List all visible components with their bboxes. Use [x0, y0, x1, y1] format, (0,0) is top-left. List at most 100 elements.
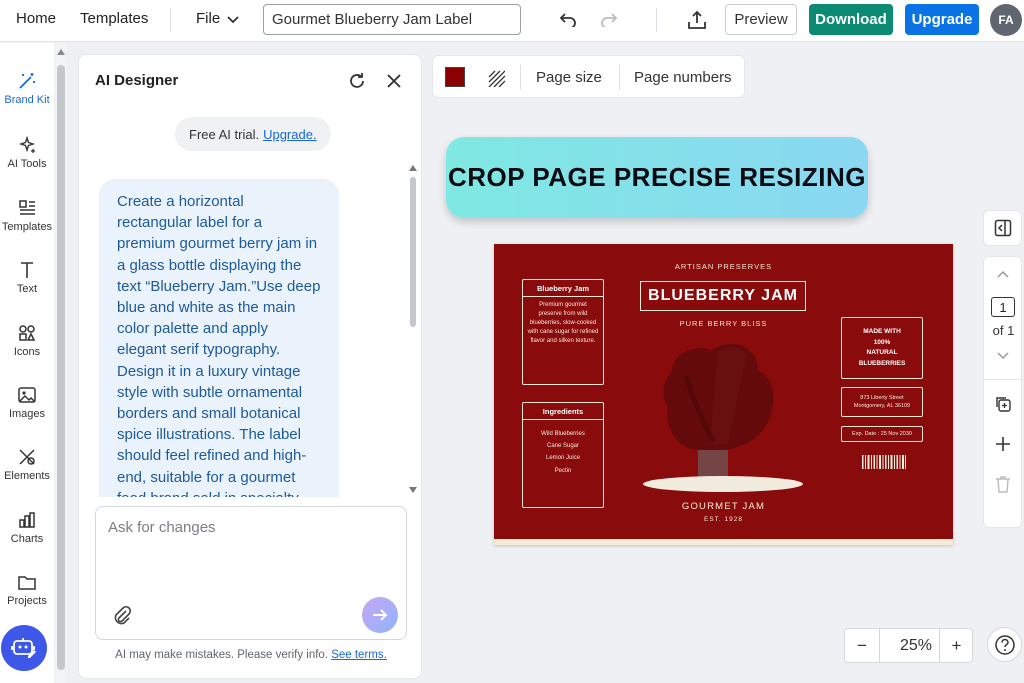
sidebar-item-templates[interactable]: Templates [0, 198, 54, 233]
chevron-down-icon[interactable] [226, 12, 240, 28]
add-page-icon[interactable] [993, 434, 1013, 454]
trial-notice: Free AI trial. Upgrade. [175, 117, 331, 151]
page-numbers-button[interactable]: Page numbers [634, 69, 732, 86]
left-sidebar: Brand Kit AI Tools Templates Text Icons … [0, 43, 54, 683]
current-page-input[interactable]: 1 [991, 297, 1015, 317]
sidebar-item-projects[interactable]: Projects [0, 572, 54, 607]
badge-line: MADE WITH [863, 328, 901, 335]
document-title-input[interactable]: Gourmet Blueberry Jam Label [263, 4, 521, 35]
description-box: Blueberry Jam Premium gourmet preserve f… [522, 279, 604, 385]
barcode-icon [862, 455, 906, 469]
redo-icon[interactable] [597, 10, 621, 30]
help-button[interactable] [987, 627, 1022, 662]
elements-icon [19, 449, 35, 465]
sidebar-item-label: Charts [10, 533, 44, 545]
address-box: 873 Liberty Street Montgomery, AL 36109 [841, 387, 923, 417]
nav-templates[interactable]: Templates [80, 10, 148, 27]
undo-icon[interactable] [556, 10, 580, 30]
ingredient-item: Cane Sugar [546, 443, 580, 450]
user-message: Create a horizontal rectangular label fo… [99, 179, 339, 497]
chat-scrollbar[interactable] [407, 163, 419, 495]
close-icon[interactable] [382, 69, 406, 93]
sidebar-item-label: Brand Kit [4, 94, 50, 106]
file-menu[interactable]: File [196, 10, 220, 27]
sidebar-item-label: Elements [4, 470, 50, 482]
ingredient-item: Pectin [554, 467, 572, 474]
zoom-out-button[interactable]: − [845, 629, 879, 662]
trial-upgrade-link[interactable]: Upgrade. [263, 127, 316, 142]
share-upload-icon[interactable] [685, 8, 709, 32]
address-line: 873 Liberty Street [860, 394, 904, 401]
sidebar-item-brand-kit[interactable]: Brand Kit [0, 71, 54, 106]
sidebar-scrollbar[interactable] [55, 43, 67, 683]
expiry-box: Exp. Date : 25 Nov 2030 [841, 426, 923, 442]
send-button[interactable] [362, 597, 398, 633]
chevron-up-icon[interactable] [994, 267, 1012, 281]
background-color-swatch[interactable] [445, 67, 465, 87]
berry-illustration [643, 344, 803, 492]
label-title: BLUEBERRY JAM [640, 281, 806, 311]
panel-toggle[interactable] [983, 210, 1022, 246]
trash-icon[interactable] [993, 474, 1013, 494]
label-brand: GOURMET JAM [681, 501, 766, 512]
chat-input-box [95, 506, 407, 640]
sidebar-item-label: Icons [13, 346, 41, 358]
page-count: of 1 [992, 323, 1015, 338]
label-top-line: ARTISAN PRESERVES [674, 262, 773, 271]
chevron-down-icon[interactable] [994, 349, 1012, 363]
jam-label-design[interactable]: ARTISAN PRESERVES BLUEBERRY JAM PURE BER… [494, 244, 953, 545]
zoom-in-button[interactable]: + [940, 629, 973, 662]
zoom-level[interactable]: 25% [880, 629, 938, 662]
ingredient-item: Wild Blueberries [541, 431, 585, 437]
avatar[interactable]: FA [990, 4, 1022, 36]
sidebar-collapse-icon[interactable] [993, 218, 1013, 238]
help-icon [994, 634, 1015, 655]
sidebar-item-label: Text [16, 283, 38, 295]
refresh-icon[interactable] [345, 69, 369, 93]
description-box-title: Blueberry Jam [523, 280, 603, 297]
divider [619, 65, 620, 90]
sidebar-item-label: Images [8, 408, 46, 420]
divider [656, 8, 657, 32]
description-box-text: Premium gourmet preserve from wild blueb… [527, 302, 599, 344]
scrollbar-thumb[interactable] [57, 65, 65, 670]
ingredients-box: Ingredients Wild Blueberries Cane Sugar … [522, 402, 604, 508]
upgrade-button[interactable]: Upgrade [905, 4, 979, 35]
badge-line: 100% [873, 338, 891, 346]
duplicate-page-icon[interactable] [993, 394, 1013, 414]
disclaimer-text: AI may make mistakes. Please verify info… [115, 649, 328, 661]
zoom-control: − 25% + [844, 628, 973, 663]
sidebar-item-images[interactable]: Images [0, 385, 54, 420]
sidebar-item-elements[interactable]: Elements [0, 447, 54, 482]
ask-for-changes-input[interactable] [96, 507, 406, 587]
sidebar-item-label: AI Tools [7, 158, 47, 170]
text-icon [21, 262, 33, 278]
nav-home[interactable]: Home [16, 10, 56, 27]
see-terms-link[interactable]: See terms. [331, 649, 387, 661]
preview-button[interactable]: Preview [725, 4, 797, 35]
disclaimer: AI may make mistakes. Please verify info… [79, 649, 423, 661]
ingredient-item: Lemon Juice [545, 455, 581, 462]
sidebar-item-text[interactable]: Text [0, 260, 54, 295]
badge-line: NATURAL [866, 349, 898, 356]
scrollbar-thumb[interactable] [410, 177, 416, 327]
ai-assistant-button[interactable] [1, 625, 47, 671]
top-bar: Home Templates File Gourmet Blueberry Ja… [0, 0, 1024, 42]
chart-icon [19, 512, 35, 528]
natural-badge: MADE WITH 100% NATURAL BLUEBERRIES [841, 317, 923, 379]
paperclip-icon[interactable] [110, 603, 134, 627]
sidebar-item-icons[interactable]: Icons [0, 323, 54, 358]
ingredients-title: Ingredients [523, 403, 603, 420]
image-icon [18, 387, 36, 403]
ingredients-list: Wild Blueberries Cane Sugar Lemon Juice … [523, 420, 603, 481]
page-size-button[interactable]: Page size [536, 69, 602, 86]
divider [170, 8, 171, 32]
download-button[interactable]: Download [809, 4, 893, 35]
sidebar-item-charts[interactable]: Charts [0, 510, 54, 545]
badge-line: BLUEBERRIES [858, 359, 906, 367]
pattern-icon[interactable] [485, 67, 507, 89]
divider [984, 379, 1023, 380]
trial-text: Free AI trial. [189, 126, 260, 142]
sidebar-item-ai-tools[interactable]: AI Tools [0, 135, 54, 170]
templates-icon [19, 200, 35, 215]
